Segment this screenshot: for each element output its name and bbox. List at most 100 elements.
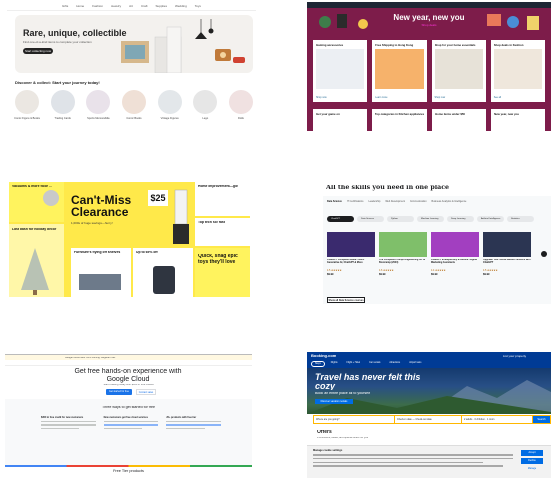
destination-input[interactable]: Where are you going? <box>314 416 394 423</box>
deal-card[interactable]: Free Shipping to Hong Kong Learn more <box>372 40 427 102</box>
category-card[interactable]: Sports Memorabilia <box>84 90 112 120</box>
product-tabs: Stays Flights Flight + Hotel Car rentals… <box>311 361 424 367</box>
nav-item[interactable]: Jewelry <box>111 4 121 8</box>
card-title: New year, new you <box>494 112 519 116</box>
tab-business-analytics[interactable]: Business Analytics & Intelligence <box>432 200 467 203</box>
get-started-button[interactable]: Get started for free <box>106 389 132 395</box>
category-card[interactable]: Comic Figure & Books <box>13 90 41 120</box>
tab-flights[interactable]: Flights <box>328 361 341 367</box>
category-card[interactable]: Trading Cards <box>49 90 77 120</box>
category-card[interactable]: Lego <box>191 90 219 120</box>
show-all-courses-button[interactable]: Show all Data Science courses <box>327 297 365 303</box>
card-link[interactable]: See all <box>494 96 501 99</box>
promo-card[interactable]: Furniture's flying off shelves <box>71 248 131 297</box>
next-arrow-icon[interactable] <box>541 251 547 257</box>
category-label: Comic Figure & Books <box>14 117 40 120</box>
promo-card[interactable]: Quick, snag epic toys they'll love <box>195 248 250 297</box>
nav-item[interactable]: Wedding <box>175 4 187 8</box>
nav-item[interactable]: Fashion <box>92 4 103 8</box>
deal-card[interactable]: Get your game on <box>313 109 367 131</box>
skill-chip[interactable]: Machine Learning <box>417 216 444 222</box>
clearance-headline: Can't-Miss Clearance <box>71 194 132 218</box>
skill-chip[interactable]: ChatGPT <box>327 216 354 222</box>
hero-illustration <box>121 19 245 73</box>
discover-rentals-button[interactable]: Discover vacation rentals <box>315 399 353 404</box>
tab-car-rentals[interactable]: Car rentals <box>366 361 383 367</box>
hero-banner: Rare, unique, collectible Find one-of-a-… <box>15 15 253 73</box>
skill-chip[interactable]: Python <box>387 216 414 222</box>
text-link[interactable] <box>166 424 221 426</box>
nav-item[interactable]: Art <box>129 4 133 8</box>
hero-subtitle: Start building today with $300 in free c… <box>103 384 154 386</box>
tab-attractions[interactable]: Attractions <box>386 361 403 367</box>
banner-text[interactable]: Google Cloud Next '24 is coming. Registe… <box>65 357 116 360</box>
deal-card[interactable]: Home items under $50 <box>432 109 487 131</box>
course-price: $9.99 <box>431 273 438 276</box>
nav-item[interactable]: Toys <box>195 4 201 8</box>
date-picker[interactable]: Check-in date — Check-out date <box>395 416 461 423</box>
announcement-banner: Google Cloud Next '24 is coming. Registe… <box>5 354 252 360</box>
tab-data-science[interactable]: Data Science <box>327 200 342 203</box>
deal-card[interactable]: Top categories in Kitchen appliances <box>371 109 428 131</box>
tab-leadership[interactable]: Leadership <box>368 200 380 203</box>
deal-card[interactable]: Gaming accessories Shop now <box>313 40 368 102</box>
promo-card[interactable]: Top tech so! fast <box>195 218 250 246</box>
nav-item[interactable]: Gifts <box>62 4 68 8</box>
deal-card[interactable]: New year, new you <box>491 109 545 131</box>
course-rating: 4.5 ★★★★★ <box>327 269 342 272</box>
course-store-screenshot: All the skills you need in one place Dat… <box>323 182 551 304</box>
nav-item[interactable]: Craft <box>141 4 148 8</box>
skill-chip[interactable]: Data Science <box>357 216 384 222</box>
decline-cookies-button[interactable]: Decline <box>521 458 543 464</box>
category-card[interactable]: Dolls <box>227 90 255 120</box>
guests-selector[interactable]: 2 adults · 0 children · 1 room <box>462 416 532 423</box>
promo-card[interactable]: Last dash for holiday decor <box>9 224 64 297</box>
promo-title: Quick, snag epic toys they'll love <box>198 254 238 265</box>
section-title: Three ways to get started for free <box>102 406 155 409</box>
list-property-link[interactable]: List your property <box>503 355 526 358</box>
tab-airport-taxis[interactable]: Airport taxis <box>406 361 424 367</box>
text-line <box>41 424 96 426</box>
cookie-banner: Manage cookie settings Accept Decline Ma… <box>307 445 551 478</box>
course-card[interactable]: The Complete Prompt Engineering for AI B… <box>379 232 427 276</box>
category-image <box>121 90 146 114</box>
category-label: Comic Books <box>126 117 142 120</box>
skill-chips: ChatGPT Data Science Python Machine Lear… <box>327 216 534 222</box>
promo-card[interactable]: Vacuums & more floor ... <box>9 182 64 222</box>
card-link[interactable]: Learn more <box>375 96 387 99</box>
tab-web-development[interactable]: Web Development <box>385 200 405 203</box>
hero-subtitle[interactable]: Shop deals <box>307 24 551 27</box>
deal-card[interactable]: Shop deals in Fashion See all <box>490 40 545 102</box>
tab-flight-hotel[interactable]: Flight + Hotel <box>344 361 364 367</box>
text-link[interactable] <box>103 424 159 426</box>
course-card[interactable]: Upgrade Your Social Media Presence with … <box>483 232 531 276</box>
contact-sales-button[interactable]: Contact sales <box>136 389 156 395</box>
blender-image <box>173 189 189 244</box>
search-button[interactable]: Search <box>533 416 550 423</box>
card-link[interactable]: Shop now <box>316 96 327 99</box>
text-line <box>166 421 221 423</box>
course-card[interactable]: ChatGPT & Midjourney & Gemini: Digital M… <box>431 232 479 276</box>
skill-chip[interactable]: Artificial Intelligence <box>477 216 504 222</box>
course-rating: 4.5 ★★★★★ <box>483 269 498 272</box>
tab-communication[interactable]: Communication <box>410 200 427 203</box>
category-label: Sports Memorabilia <box>87 117 110 120</box>
card-link[interactable]: Shop now <box>435 96 446 99</box>
category-card[interactable]: Comic Books <box>120 90 148 120</box>
start-collecting-button[interactable]: Start collecting now <box>23 48 53 54</box>
accept-cookies-button[interactable]: Accept <box>521 450 543 456</box>
manage-cookies-link[interactable]: Manage <box>521 466 543 472</box>
promo-card[interactable]: Up to 65% off <box>133 248 193 297</box>
category-card[interactable]: Vintage Figures <box>156 90 184 120</box>
tab-it-certifications[interactable]: IT Certifications <box>347 200 364 203</box>
course-card[interactable]: ChatGPT Complete Guide: Learn Generative… <box>327 232 375 276</box>
promo-card[interactable]: Home improvement—go! <box>195 182 250 216</box>
card-title: Gaming accessories <box>316 43 344 47</box>
skill-chip[interactable]: Deep Learning <box>447 216 474 222</box>
nav-item[interactable]: Home <box>76 4 84 8</box>
deal-card[interactable]: Shop for your home essentials Shop now <box>431 40 486 102</box>
nav-item[interactable]: Supplies <box>155 4 167 8</box>
tab-stays[interactable]: Stays <box>311 361 325 367</box>
site-logo[interactable]: Booking.com <box>311 354 336 358</box>
skill-chip[interactable]: Statistics <box>507 216 534 222</box>
